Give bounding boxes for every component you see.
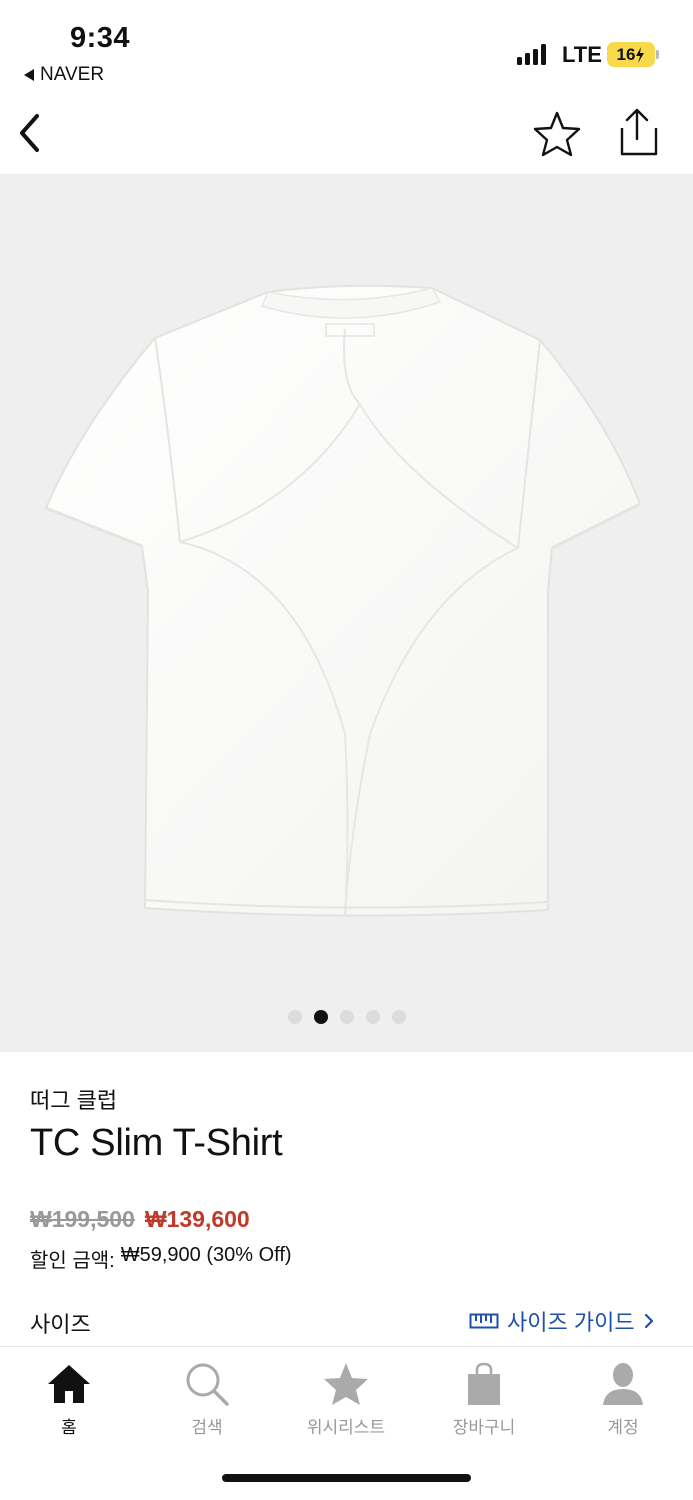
size-guide-label: 사이즈 가이드 (507, 1310, 635, 1335)
price-row: ₩199,500 ₩139,600 (30, 1206, 250, 1233)
brand-name[interactable]: 떠그 클럽 (30, 1083, 117, 1115)
tab-cart[interactable]: 장바구니 (429, 1361, 539, 1438)
product-image-gallery[interactable] (0, 174, 693, 1052)
gallery-pagination (0, 1010, 693, 1024)
original-price: ₩199,500 (30, 1206, 135, 1232)
network-label: LTE (562, 42, 602, 67)
shopping-bag-icon (468, 1362, 500, 1405)
pagination-dot[interactable] (339, 1010, 354, 1024)
tab-account-label: 계정 (607, 1418, 639, 1437)
signal-icon (517, 44, 546, 65)
tab-home[interactable]: 홈 (14, 1361, 124, 1438)
product-title: TC Slim T-Shirt (30, 1122, 283, 1164)
discount-row: 할인 금액: ₩59,900 (30% Off) (30, 1244, 292, 1273)
share-button[interactable] (612, 106, 662, 158)
favorite-button[interactable] (532, 110, 582, 158)
battery-icon: 16 (607, 42, 655, 67)
home-icon (48, 1365, 90, 1403)
chevron-right-icon (644, 1313, 653, 1329)
search-icon (186, 1363, 229, 1406)
product-image-t-shirt (44, 284, 642, 917)
discount-label: 할인 금액: (30, 1250, 115, 1272)
battery-tip (656, 50, 659, 59)
back-to-app-link[interactable]: NAVER (24, 64, 104, 86)
pagination-dot-active[interactable] (313, 1010, 328, 1024)
pagination-dot[interactable] (365, 1010, 380, 1024)
size-label: 사이즈 (30, 1312, 91, 1337)
discount-value: ₩59,900 (30% Off) (120, 1244, 292, 1266)
pagination-dot[interactable] (287, 1010, 302, 1024)
tab-search[interactable]: 검색 (152, 1361, 262, 1438)
tab-cart-label: 장바구니 (452, 1418, 516, 1437)
status-time: 9:34 (70, 22, 131, 54)
home-indicator (222, 1474, 471, 1482)
tab-account[interactable]: 계정 (568, 1361, 678, 1438)
tab-home-label: 홈 (61, 1418, 77, 1437)
sale-price: ₩139,600 (144, 1206, 250, 1232)
person-icon (603, 1363, 643, 1405)
back-button[interactable] (12, 110, 52, 156)
pagination-dot[interactable] (391, 1010, 406, 1024)
share-icon (620, 108, 658, 156)
size-guide-link[interactable]: 사이즈 가이드 (469, 1305, 655, 1337)
chevron-left-icon (20, 114, 39, 152)
star-icon (324, 1363, 368, 1405)
ruler-icon (469, 1313, 499, 1329)
charging-bolt-icon (636, 46, 645, 63)
back-app-label: NAVER (40, 64, 105, 85)
tab-wishlist-label: 위시리스트 (306, 1418, 386, 1437)
tab-wishlist[interactable]: 위시리스트 (291, 1361, 401, 1438)
star-outline-icon (533, 111, 581, 157)
tab-search-label: 검색 (191, 1418, 223, 1437)
status-bar: 9:34 NAVER LTE 16 (0, 0, 693, 95)
back-triangle-icon (24, 69, 34, 81)
battery-level: 16 (616, 44, 636, 64)
